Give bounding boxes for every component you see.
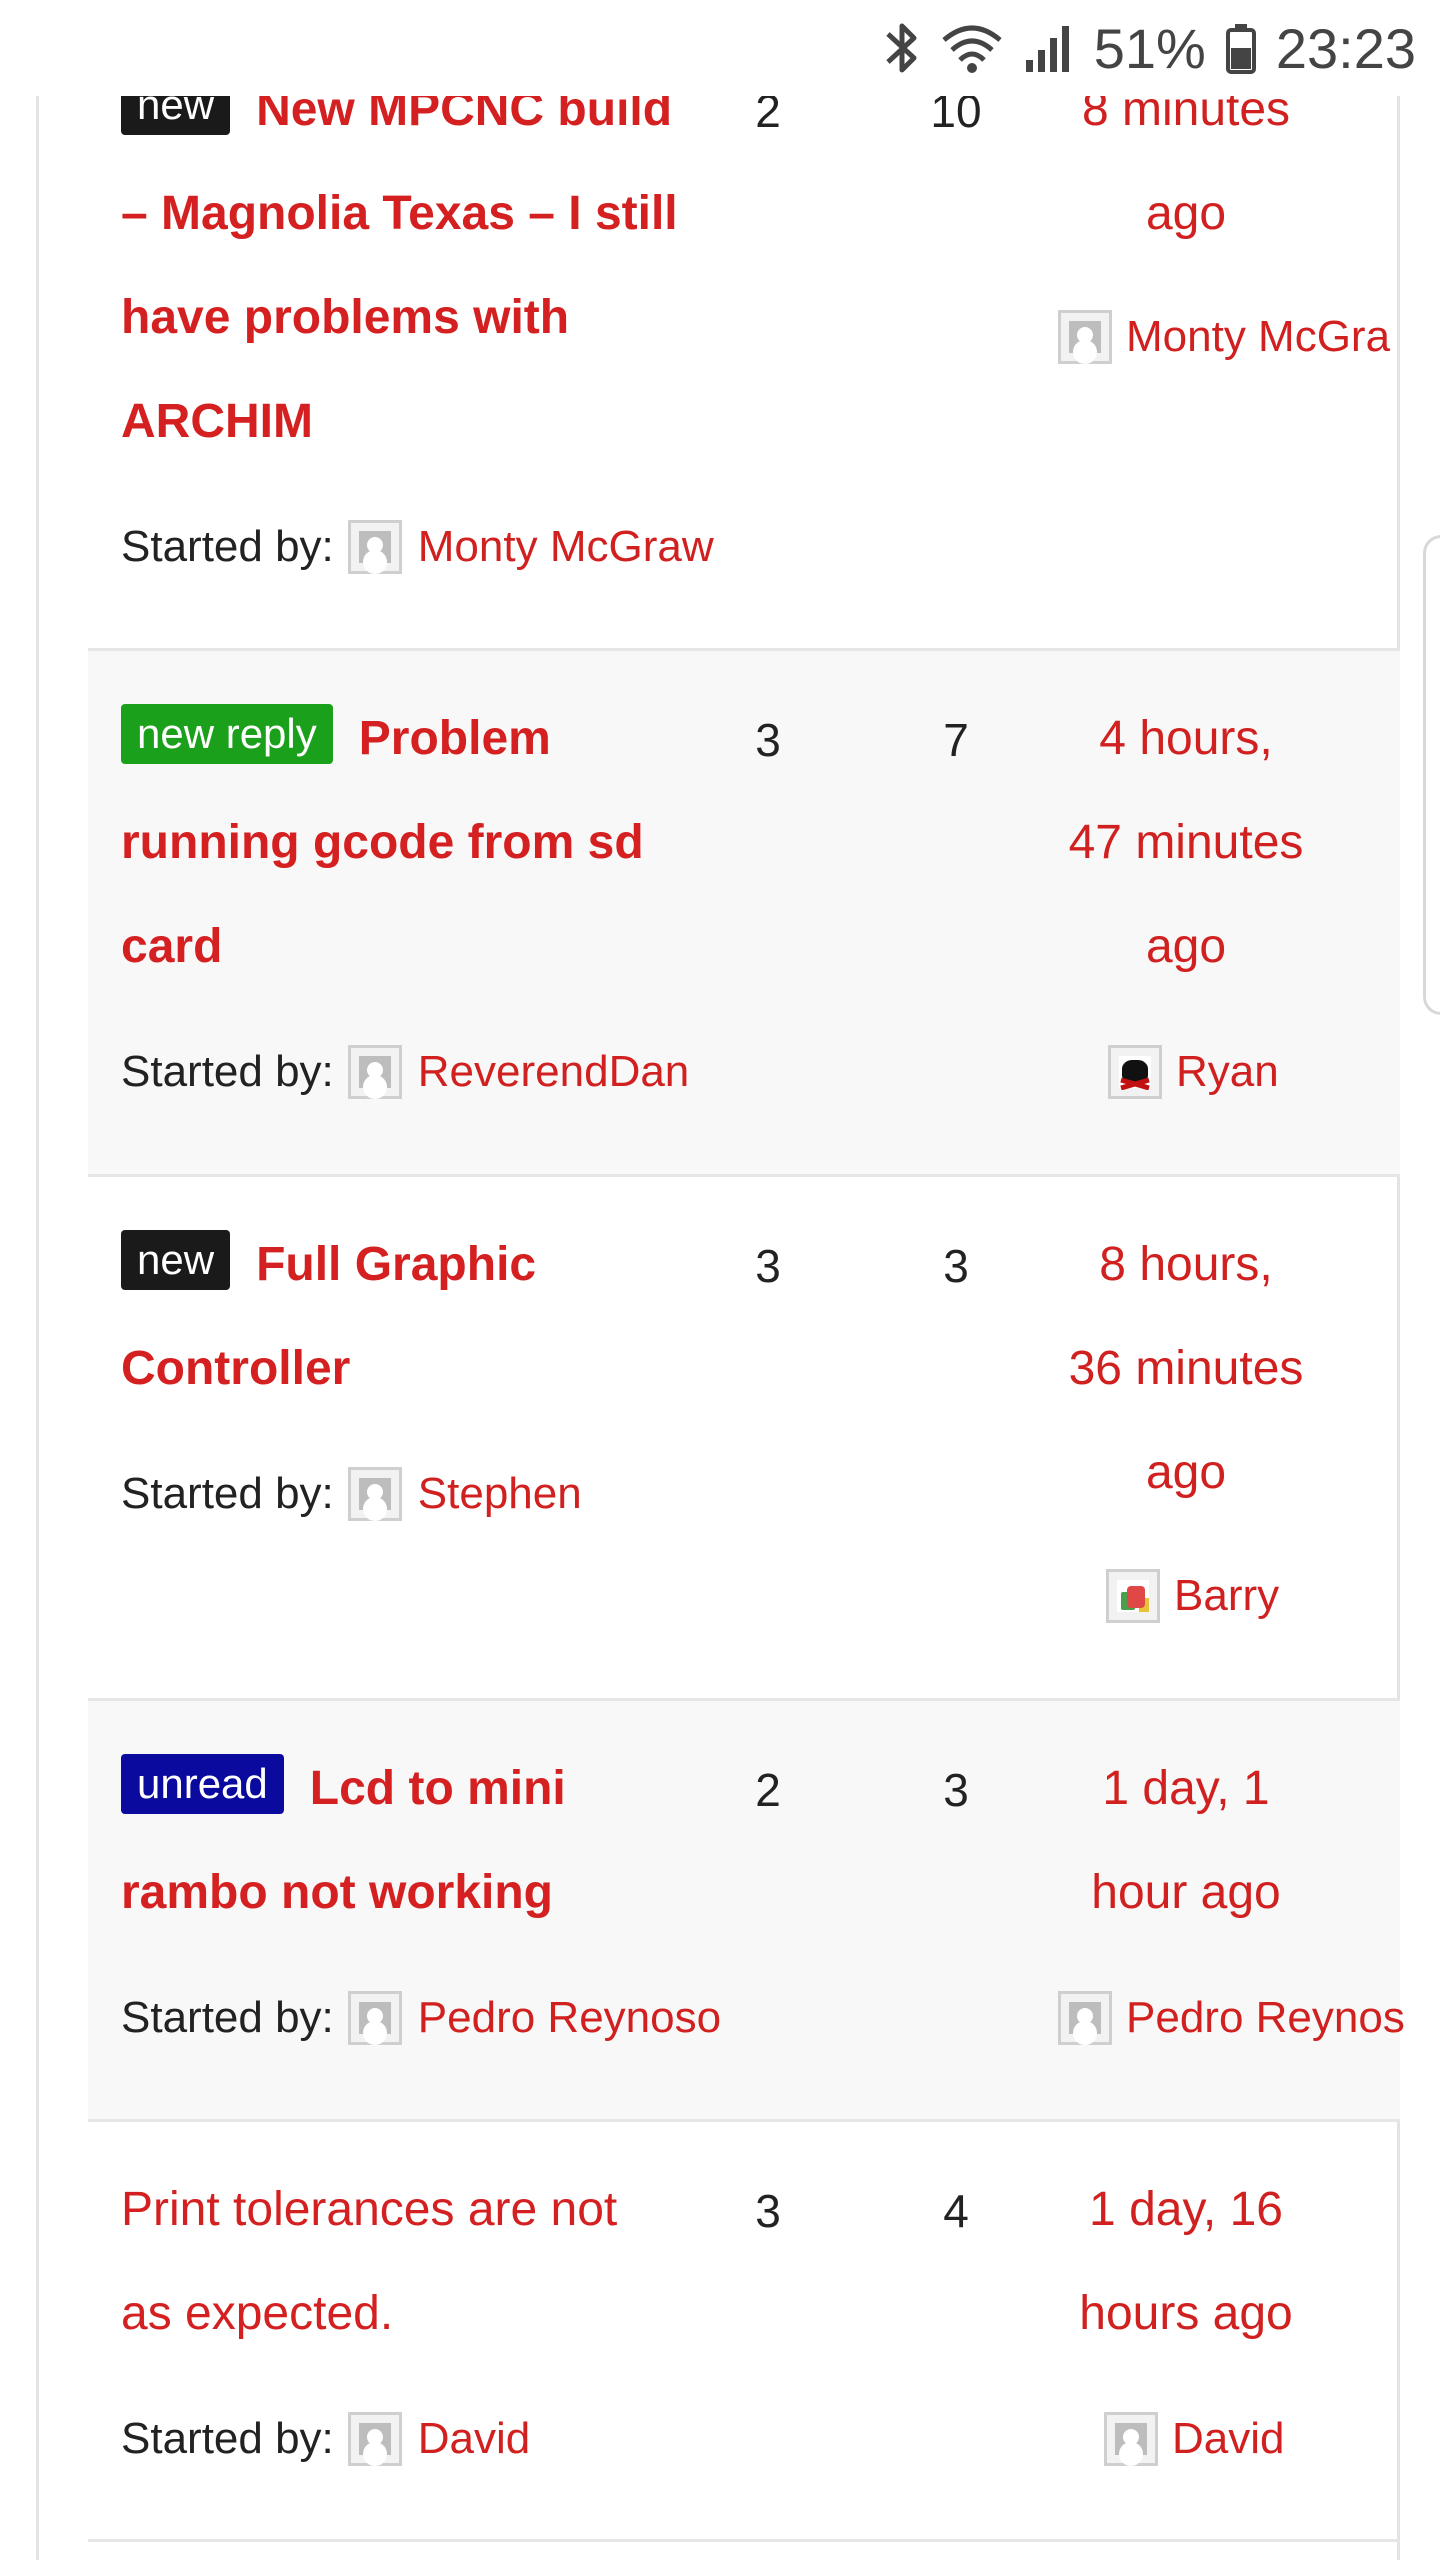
freshness-link[interactable]: 1 day, 16 hours ago	[1066, 2158, 1306, 2366]
avatar	[347, 1991, 402, 2045]
topic-title-wrap: new New MPCNC build – Magnolia Texas – I …	[121, 58, 681, 474]
last-poster: David	[1104, 2412, 1285, 2466]
post-count: 3	[943, 1240, 969, 1292]
status-badge: new reply	[121, 704, 333, 764]
battery-icon	[1225, 20, 1256, 76]
avatar	[347, 1045, 402, 1099]
topic-row: new reply Problem running gcode from sd c…	[88, 651, 1400, 1177]
status-bar: 51% 23:23	[0, 0, 1440, 96]
topic-row: new New MPCNC build – Magnolia Texas – I …	[88, 0, 1400, 651]
bluetooth-icon	[884, 20, 920, 76]
avatar	[1108, 1045, 1162, 1099]
avatar	[1058, 310, 1112, 364]
voice-count: 2	[755, 1764, 781, 1816]
avatar	[1104, 2412, 1158, 2466]
freshness-link[interactable]: 4 hours, 47 minutes ago	[1066, 687, 1306, 999]
started-by-label: Started by:	[121, 522, 334, 571]
post-count: 4	[943, 2185, 969, 2237]
topic-row: new Full Graphic Controller Started by: S…	[88, 1177, 1400, 1701]
last-poster-link[interactable]: Monty McGra	[1126, 312, 1390, 362]
signal-icon	[1024, 20, 1074, 76]
last-poster-link[interactable]: David	[1172, 2414, 1285, 2464]
started-by-label: Started by:	[121, 2414, 334, 2463]
post-count: 7	[943, 714, 969, 766]
topic-title-link[interactable]: New MPCNC build – Magnolia Texas – I sti…	[121, 83, 678, 448]
scroll-handle[interactable]	[1423, 535, 1440, 1015]
started-by: Started by: ReverendDan	[121, 1045, 689, 1099]
started-by-label: Started by:	[121, 1047, 334, 1096]
starter-link[interactable]: ReverendDan	[418, 1047, 690, 1097]
started-by: Started by: Pedro Reynoso	[121, 1991, 721, 2045]
avatar	[1106, 1569, 1160, 1623]
topic-row: unread Lcd to mini rambo not working Star…	[88, 1701, 1405, 2122]
topic-row: Print tolerances are not as expected. St…	[88, 2122, 1400, 2542]
avatar	[347, 1467, 402, 1521]
started-by-label: Started by:	[121, 1469, 334, 1518]
voice-count: 3	[755, 714, 781, 766]
freshness-link[interactable]: 1 day, 1 hour ago	[1086, 1737, 1286, 1945]
clock: 23:23	[1275, 16, 1416, 80]
avatar	[1058, 1991, 1112, 2045]
last-poster: Monty McGra	[1058, 310, 1390, 364]
topic-title-wrap: new reply Problem running gcode from sd c…	[121, 687, 681, 999]
last-poster: Ryan	[1108, 1045, 1279, 1099]
status-badge: new	[121, 1230, 231, 1290]
started-by: Started by: David	[121, 2412, 530, 2466]
freshness-link[interactable]: 8 hours, 36 minutes ago	[1066, 1213, 1306, 1525]
avatar	[347, 520, 402, 574]
starter-link[interactable]: Monty McGraw	[418, 522, 714, 572]
last-poster-link[interactable]: Pedro Reynos	[1126, 1993, 1405, 2043]
avatar	[347, 2412, 402, 2466]
voice-count: 3	[755, 1240, 781, 1292]
started-by: Started by: Monty McGraw	[121, 520, 714, 574]
last-poster-link[interactable]: Ryan	[1176, 1047, 1279, 1097]
topic-title-wrap: Print tolerances are not as expected.	[121, 2158, 681, 2366]
battery-percent: 51%	[1093, 16, 1206, 80]
started-by-label: Started by:	[121, 1993, 334, 2042]
voice-count: 3	[755, 2185, 781, 2237]
post-count: 3	[943, 1764, 969, 1816]
starter-link[interactable]: Stephen	[418, 1469, 582, 1519]
last-poster: Barry	[1106, 1569, 1279, 1623]
topic-title-wrap: new Full Graphic Controller	[121, 1213, 681, 1421]
starter-link[interactable]: Pedro Reynoso	[418, 1993, 721, 2043]
status-badge: unread	[121, 1754, 284, 1814]
last-poster: Pedro Reynos	[1058, 1991, 1405, 2045]
topic-title-link[interactable]: Print tolerances are not as expected.	[121, 2183, 617, 2340]
last-poster-link[interactable]: Barry	[1174, 1571, 1279, 1621]
wifi-icon	[940, 20, 1004, 76]
topic-title-wrap: unread Lcd to mini rambo not working	[121, 1737, 681, 1945]
started-by: Started by: Stephen	[121, 1467, 582, 1521]
starter-link[interactable]: David	[418, 2414, 531, 2464]
